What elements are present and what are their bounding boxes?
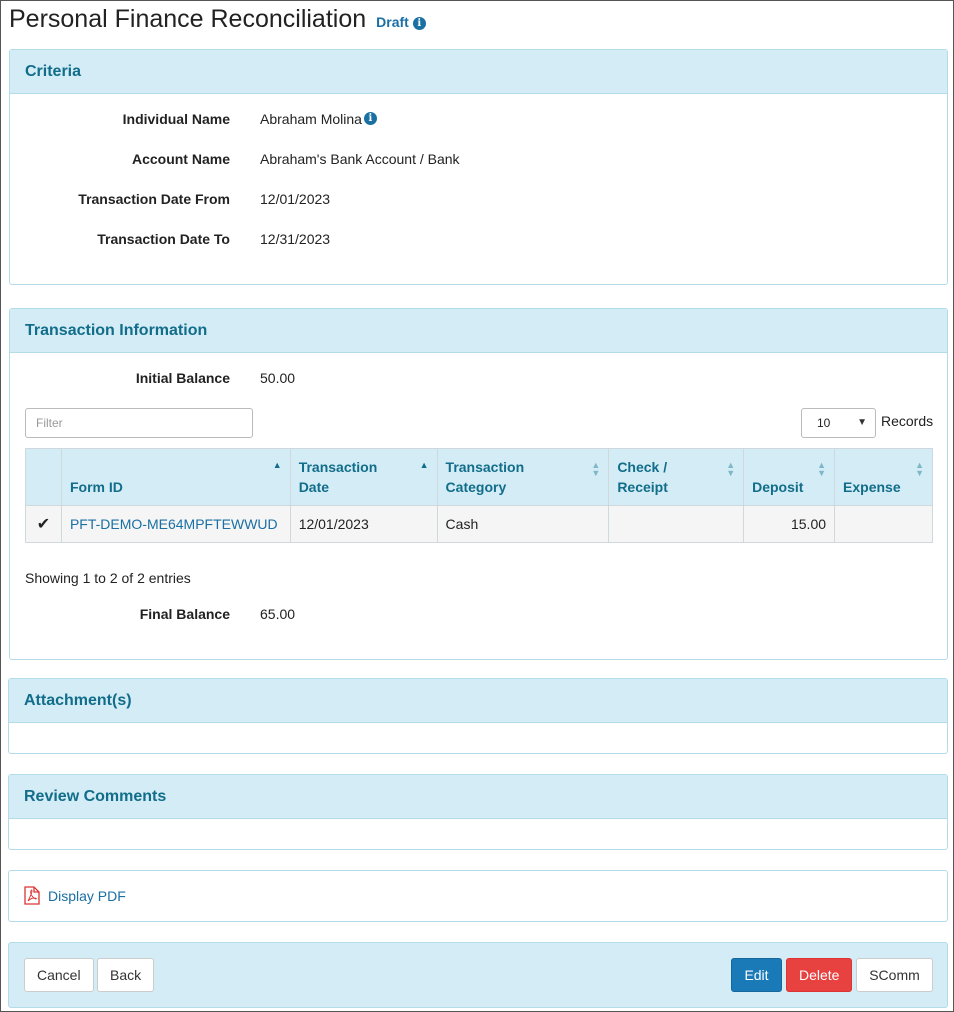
filter-input[interactable]: Filter bbox=[25, 408, 253, 438]
column-header-category[interactable]: Transaction Category ▲ ▼ bbox=[436, 448, 610, 506]
field-label: Individual Name bbox=[122, 111, 230, 127]
field-label: Account Name bbox=[131, 151, 230, 167]
transactions-table: Form ID ▲ Transaction Date ▲ Transaction… bbox=[25, 448, 933, 543]
field-label: Transaction Date From bbox=[78, 191, 230, 207]
table-row: ✔ PFT-DEMO-ME64MPFTEWWUD 12/01/2023 Cash… bbox=[25, 505, 933, 543]
deposit-cell: 15.00 bbox=[743, 505, 836, 543]
final-balance-value: 65.00 bbox=[260, 606, 296, 622]
column-header-date[interactable]: Transaction Date ▲ bbox=[289, 448, 438, 506]
sort-icon: ▲ ▼ bbox=[726, 460, 736, 478]
scomm-button[interactable]: SComm bbox=[856, 958, 933, 992]
column-header-label: Form ID bbox=[69, 479, 123, 495]
expense-cell bbox=[834, 505, 933, 543]
criteria-row: Transaction Date To 12/31/2023 bbox=[10, 229, 949, 249]
column-header-expense[interactable]: Expense ▲ ▼ bbox=[834, 448, 933, 506]
criteria-row: Individual Name Abraham Molina i bbox=[10, 109, 949, 129]
info-icon[interactable]: i bbox=[412, 17, 426, 30]
sort-asc-icon: ▲ bbox=[419, 460, 429, 470]
page-title: Personal Finance Reconciliation bbox=[9, 5, 367, 33]
final-balance-label: Final Balance bbox=[139, 606, 230, 622]
date-cell: 12/01/2023 bbox=[289, 505, 438, 543]
column-header-label: Transaction Date bbox=[298, 459, 378, 495]
display-pdf-link[interactable]: Display PDF bbox=[24, 886, 126, 905]
individual-name-value: Abraham Molina bbox=[260, 111, 362, 127]
form-id-cell: PFT-DEMO-ME64MPFTEWWUD bbox=[60, 505, 291, 543]
status-badge: Draft bbox=[376, 14, 409, 30]
chevron-down-icon: ▼ bbox=[857, 417, 867, 428]
final-balance-row: Final Balance 65.00 bbox=[10, 604, 949, 624]
sort-asc-icon: ▲ bbox=[272, 460, 282, 470]
edit-button[interactable]: Edit bbox=[731, 958, 782, 992]
field-label: Transaction Date To bbox=[97, 231, 230, 247]
category-cell: Cash bbox=[436, 505, 610, 543]
select-column-header bbox=[25, 448, 62, 506]
attachments-heading: Attachment(s) bbox=[9, 679, 947, 723]
checkmark-icon: ✔ bbox=[36, 516, 51, 533]
sort-icon: ▲ ▼ bbox=[591, 460, 601, 478]
check-receipt-cell bbox=[608, 505, 745, 543]
date-to-value: 12/31/2023 bbox=[260, 231, 331, 247]
info-icon[interactable]: i bbox=[363, 111, 377, 125]
records-select[interactable]: 10 ▼ bbox=[801, 408, 876, 438]
pdf-icon bbox=[24, 886, 40, 905]
review-comments-heading: Review Comments bbox=[9, 775, 947, 819]
attachments-panel: Attachment(s) bbox=[8, 678, 948, 754]
column-header-check-receipt[interactable]: Check / Receipt ▲ ▼ bbox=[608, 448, 745, 506]
review-comments-panel: Review Comments bbox=[8, 774, 948, 850]
entries-summary: Showing 1 to 2 of 2 entries bbox=[25, 570, 191, 586]
column-header-label: Deposit bbox=[752, 479, 804, 495]
date-from-value: 12/01/2023 bbox=[260, 191, 331, 207]
action-bar: Cancel Back Edit Delete SComm bbox=[8, 942, 948, 1008]
records-value: 10 bbox=[817, 416, 831, 430]
title-row: Personal Finance Reconciliation Draft i bbox=[9, 5, 426, 35]
pdf-panel: Display PDF bbox=[8, 870, 948, 922]
form-id-link[interactable]: PFT-DEMO-ME64MPFTEWWUD bbox=[70, 516, 278, 532]
delete-button[interactable]: Delete bbox=[786, 958, 852, 992]
back-button[interactable]: Back bbox=[97, 958, 155, 992]
initial-balance-value: 50.00 bbox=[260, 370, 296, 386]
display-pdf-label: Display PDF bbox=[48, 887, 126, 904]
criteria-row: Account Name Abraham's Bank Account / Ba… bbox=[10, 149, 949, 169]
column-header-label: Expense bbox=[843, 479, 901, 495]
cancel-button[interactable]: Cancel bbox=[24, 958, 94, 992]
sort-icon: ▲ ▼ bbox=[817, 460, 827, 478]
initial-balance-label: Initial Balance bbox=[135, 370, 230, 386]
column-header-form-id[interactable]: Form ID ▲ bbox=[60, 448, 291, 506]
criteria-row: Transaction Date From 12/01/2023 bbox=[10, 189, 949, 209]
sort-icon: ▲ ▼ bbox=[915, 460, 924, 478]
row-check-cell[interactable]: ✔ bbox=[25, 505, 62, 543]
transaction-heading: Transaction Information bbox=[10, 309, 947, 353]
criteria-panel: Criteria Individual Name Abraham Molina i… bbox=[9, 49, 948, 285]
column-header-deposit[interactable]: Deposit ▲ ▼ bbox=[743, 448, 836, 506]
criteria-heading: Criteria bbox=[10, 50, 947, 94]
account-name-value: Abraham's Bank Account / Bank bbox=[260, 151, 460, 167]
transaction-panel: Transaction Information Initial Balance … bbox=[9, 308, 948, 660]
column-header-label: Check / Receipt bbox=[617, 459, 668, 495]
column-header-label: Transaction Category bbox=[445, 459, 525, 495]
records-label: Records bbox=[881, 413, 934, 429]
table-header-row: Form ID ▲ Transaction Date ▲ Transaction… bbox=[25, 448, 933, 506]
initial-balance-row: Initial Balance 50.00 bbox=[10, 368, 949, 388]
